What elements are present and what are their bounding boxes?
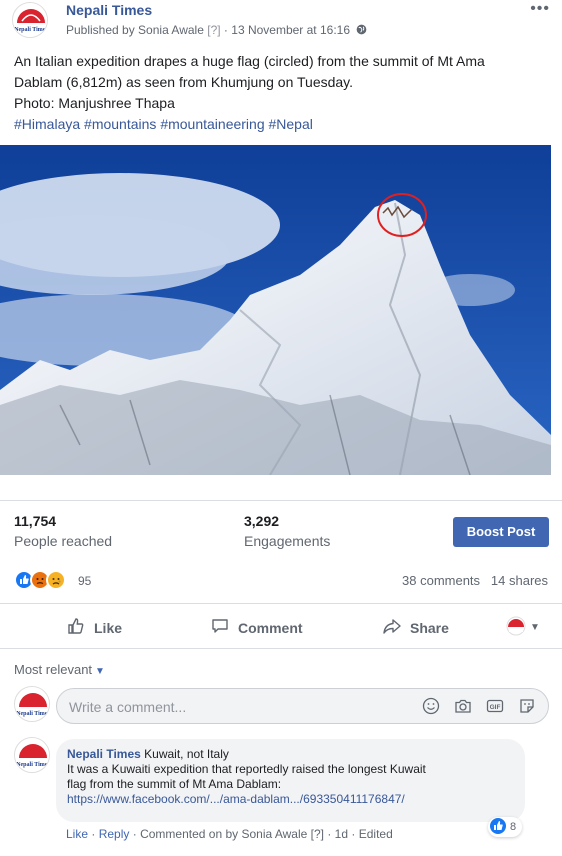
reaction-count[interactable]: 95 — [78, 574, 91, 588]
comment-input[interactable]: Write a comment... GIF — [56, 688, 549, 724]
post-photo[interactable] — [0, 145, 551, 475]
reactions-bar: 95 38 comments 14 shares — [0, 568, 562, 598]
comment-reaction-count: 8 — [510, 821, 517, 833]
gif-icon[interactable]: GIF — [486, 697, 504, 718]
hashtag-link[interactable]: #mountaineering — [160, 116, 264, 132]
like-reaction-icon — [490, 817, 506, 837]
comment: Nepali Times Nepali Times Kuwait, not It… — [0, 737, 562, 847]
svg-text:Nepali Times: Nepali Times — [14, 27, 48, 33]
comment-body-line: It was a Kuwaiti expedition that reporte… — [67, 762, 426, 776]
comment-share-counts: 38 comments 14 shares — [402, 573, 548, 588]
write-comment-row: Nepali Times Write a comment... GIF — [0, 686, 562, 726]
post-date[interactable]: 13 November at 16:16 — [231, 23, 350, 37]
engagements-value: 3,292 — [244, 513, 280, 529]
more-options-icon[interactable]: ••• — [530, 0, 550, 18]
comment-reply-link[interactable]: Reply — [99, 827, 130, 841]
boost-post-button[interactable]: Boost Post — [453, 517, 549, 547]
shares-count[interactable]: 14 shares — [491, 573, 548, 588]
page-avatar[interactable]: Nepali Times — [12, 2, 48, 38]
comment-input-tools: GIF — [422, 697, 536, 718]
post-text: An Italian expedition drapes a huge flag… — [14, 51, 554, 135]
commented-on-by: Commented on by Sonia Awale — [140, 827, 308, 841]
sort-caret-icon: ▼ — [95, 666, 105, 677]
photo-credit: Photo: Manjushree Thapa — [14, 95, 175, 111]
commenter-avatar[interactable]: Nepali Times — [14, 686, 50, 722]
comment-bubble-icon — [210, 616, 230, 639]
sticker-icon[interactable] — [518, 697, 536, 718]
people-reached[interactable]: 11,754 People reached — [14, 513, 112, 549]
hashtag-link[interactable]: #Nepal — [269, 116, 313, 132]
meta-separator: · — [223, 23, 228, 37]
emoji-icon[interactable] — [422, 697, 440, 718]
share-arrow-icon — [382, 616, 402, 639]
post-text-line: An Italian expedition drapes a huge flag… — [14, 53, 485, 69]
like-button[interactable]: Like — [66, 616, 122, 639]
chevron-down-icon: ▼ — [530, 622, 540, 633]
comment-like-link[interactable]: Like — [66, 827, 88, 841]
post-actions: Like Comment Share ▼ — [0, 603, 562, 649]
hashtag-link[interactable]: #Himalaya — [14, 116, 80, 132]
page-selector-avatar-icon — [506, 616, 526, 639]
comment-author-avatar[interactable]: Nepali Times — [14, 737, 50, 773]
comment-reactions[interactable]: 8 — [488, 817, 523, 837]
svg-text:Nepali Times: Nepali Times — [16, 711, 50, 717]
share-button[interactable]: Share — [382, 616, 449, 639]
help-qmark[interactable]: [?] — [311, 827, 324, 841]
camera-icon[interactable] — [454, 697, 472, 718]
comments-count[interactable]: 38 comments — [402, 573, 480, 588]
post-text-line: Dablam (6,812m) as seen from Khumjung on… — [14, 74, 354, 90]
sort-label: Most relevant — [14, 662, 93, 677]
comment-author[interactable]: Nepali Times — [67, 747, 141, 761]
share-label: Share — [410, 619, 449, 636]
people-reached-label: People reached — [14, 533, 113, 549]
edited-label[interactable]: Edited — [359, 827, 393, 841]
engagements[interactable]: 3,292 Engagements — [244, 513, 330, 549]
page-name[interactable]: Nepali Times — [66, 2, 152, 18]
hashtags: #Himalaya #mountains #mountaineering #Ne… — [14, 114, 554, 135]
post-meta: Published by Sonia Awale [?] · 13 Novemb… — [66, 23, 367, 37]
comment-placeholder: Write a comment... — [69, 699, 187, 715]
post-insights: 11,754 People reached 3,292 Engagements … — [0, 500, 562, 560]
people-reached-value: 11,754 — [14, 513, 57, 529]
published-by[interactable]: Published by Sonia Awale — [66, 23, 204, 37]
post-header: Nepali Times Nepali Times Published by S… — [0, 0, 562, 50]
globe-icon — [353, 23, 367, 37]
like-label: Like — [94, 619, 123, 636]
comment-bubble: Nepali Times Kuwait, not Italy It was a … — [56, 739, 525, 822]
help-qmark[interactable]: [?] — [207, 23, 220, 37]
comment-label: Comment — [238, 619, 303, 636]
comment-button[interactable]: Comment — [210, 616, 303, 639]
comment-link[interactable]: https://www.facebook.com/.../ama-dablam.… — [67, 792, 405, 806]
thumbs-up-icon — [66, 616, 86, 639]
engagements-label: Engagements — [244, 533, 331, 549]
comment-age[interactable]: 1d — [335, 827, 348, 841]
svg-text:Nepali Times: Nepali Times — [16, 762, 50, 768]
hashtag-link[interactable]: #mountains — [84, 116, 156, 132]
comment-first-line: Kuwait, not Italy — [144, 747, 229, 761]
svg-text:GIF: GIF — [490, 704, 501, 711]
post-as-selector[interactable]: ▼ — [506, 616, 540, 639]
comment-body-line: flag from the summit of Mt Ama Dablam: — [67, 777, 282, 791]
comment-actions: Like · Reply · Commented on by Sonia Awa… — [66, 827, 393, 841]
sad-reaction-icon — [46, 570, 66, 590]
comment-sort[interactable]: Most relevant ▼ — [14, 662, 105, 677]
